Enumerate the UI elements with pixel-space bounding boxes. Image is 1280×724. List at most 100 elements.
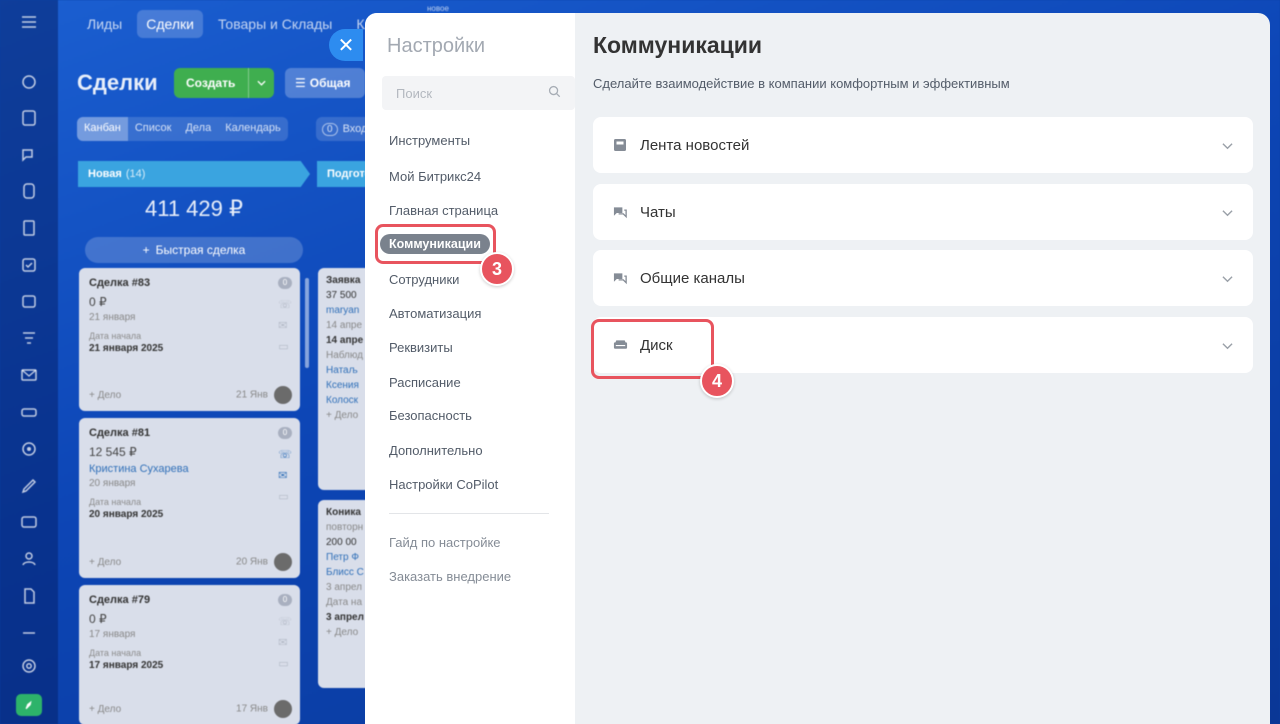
tab-kanban[interactable]: Канбан xyxy=(77,117,128,141)
deal-footer: + Дело 21 Янв xyxy=(89,386,292,404)
menu-item-setup-guide[interactable]: Гайд по настройке xyxy=(389,535,501,550)
avatar[interactable] xyxy=(274,553,292,571)
sign-icon[interactable] xyxy=(19,476,39,496)
comment-icon[interactable]: ▭ xyxy=(278,340,292,353)
deal-sum: 12 545 ₽ xyxy=(89,445,137,459)
deal-start-date: 17 января 2025 xyxy=(89,660,164,671)
settings-gear-icon[interactable] xyxy=(19,656,39,676)
mail-icon[interactable] xyxy=(19,365,39,385)
filter-icon[interactable] xyxy=(19,328,39,348)
goals-icon[interactable] xyxy=(19,439,39,459)
checkbox-icon[interactable] xyxy=(19,255,39,275)
menu-item-schedule[interactable]: Расписание xyxy=(389,375,461,390)
apps-icon[interactable] xyxy=(19,620,39,640)
quick-deal-button[interactable]: + Быстрая сделка xyxy=(85,237,303,263)
search-input[interactable] xyxy=(396,85,536,101)
column-sum: 411 429 ₽ xyxy=(144,196,243,221)
section-label: Чаты xyxy=(640,203,676,221)
section-chats[interactable]: Чаты xyxy=(593,184,1253,240)
nav-deals[interactable]: Сделки xyxy=(137,10,203,38)
rocket-icon[interactable] xyxy=(16,694,42,716)
chevron-down-icon[interactable] xyxy=(1222,204,1233,222)
deal-card[interactable]: Сделка #81 0 ☏ ✉ ▭ 12 545 ₽ Кристина Сухар… xyxy=(79,418,300,578)
comment-icon[interactable]: ▭ xyxy=(278,657,292,670)
menu-item-automation[interactable]: Автоматизация xyxy=(389,306,481,321)
sidebar-divider xyxy=(389,513,549,514)
menu-item-copilot[interactable]: Настройки CoPilot xyxy=(389,477,498,492)
mail-icon[interactable]: ✉ xyxy=(278,319,292,332)
deal-start-date: 21 января 2025 xyxy=(89,343,164,354)
chevron-down-icon[interactable] xyxy=(248,68,274,98)
phone-icon[interactable]: ☏ xyxy=(278,615,292,628)
add-activity-link[interactable]: + Дело xyxy=(89,557,121,568)
card-line: Колоск xyxy=(326,395,359,406)
deal-title[interactable]: Сделка #79 xyxy=(89,594,290,606)
comment-icon[interactable]: ▭ xyxy=(278,490,292,503)
drive-icon[interactable] xyxy=(19,402,39,422)
avatar[interactable] xyxy=(274,700,292,718)
search-icon[interactable] xyxy=(548,85,561,101)
phone-icon[interactable]: ☏ xyxy=(278,448,292,461)
chevron-down-icon[interactable] xyxy=(1222,337,1233,355)
card-line: 14 апре xyxy=(326,335,364,346)
deal-side-icons: ☏ ✉ ▭ xyxy=(278,615,292,670)
mail-icon[interactable]: ✉ xyxy=(278,636,292,649)
file-icon[interactable] xyxy=(19,586,39,606)
menu-item-additional[interactable]: Дополнительно xyxy=(389,443,483,458)
incoming-count: 0 xyxy=(322,122,338,136)
chat-icon[interactable] xyxy=(19,145,39,165)
menu-item-my-bitrix24[interactable]: Мой Битрикс24 xyxy=(389,169,481,184)
stage-new-header[interactable]: Новая (14) xyxy=(78,161,310,187)
create-deal-button[interactable]: Создать xyxy=(174,68,274,98)
menu-item-order-implementation[interactable]: Заказать внедрение xyxy=(389,569,511,584)
deal-title[interactable]: Сделка #83 xyxy=(89,277,290,289)
nav-products[interactable]: Товары и Склады xyxy=(209,10,341,38)
settings-search[interactable] xyxy=(382,76,575,110)
chevron-down-icon[interactable] xyxy=(1222,270,1233,288)
tab-list[interactable]: Список xyxy=(128,117,179,141)
add-activity-link[interactable]: + Дело xyxy=(89,390,121,401)
highlight-communications xyxy=(375,224,496,264)
close-slider-button[interactable]: ✕ xyxy=(329,29,363,61)
deal-card[interactable]: Коника повторн 200 00 Петр Ф Блисс С 3 а… xyxy=(318,500,368,688)
phone-icon[interactable]: ☏ xyxy=(278,298,292,311)
deal-foot-date: 17 Янв xyxy=(236,703,268,715)
settings-sidebar: Настройки Инструменты Мой Битрикс24 Глав… xyxy=(365,13,575,724)
menu-item-requisites[interactable]: Реквизиты xyxy=(389,340,453,355)
deal-card[interactable]: Заявка 37 500 maryan 14 апре 14 апре Наб… xyxy=(318,268,368,490)
settings-slider: Настройки Инструменты Мой Битрикс24 Глав… xyxy=(365,13,1270,724)
section-news-feed[interactable]: Лента новостей xyxy=(593,117,1253,173)
chats-icon xyxy=(613,205,628,219)
puzzle-icon[interactable] xyxy=(19,72,39,92)
deal-card[interactable]: Сделка #83 0 ☏ ✉ ▭ 0 ₽ 21 января Дата нача… xyxy=(79,268,300,411)
menu-icon[interactable] xyxy=(19,12,39,32)
deal-date: 17 января xyxy=(89,629,136,640)
menu-item-tools[interactable]: Инструменты xyxy=(389,133,470,148)
calendar-icon[interactable] xyxy=(19,291,39,311)
section-channels[interactable]: Общие каналы xyxy=(593,250,1253,306)
column-scrollbar[interactable] xyxy=(305,278,309,368)
mail-icon[interactable]: ✉ xyxy=(278,469,292,482)
people-icon[interactable] xyxy=(19,549,39,569)
card-line: + Дело xyxy=(326,410,359,421)
menu-item-security[interactable]: Безопасность xyxy=(389,408,472,423)
avatar[interactable] xyxy=(274,386,292,404)
nav-leads[interactable]: Лиды xyxy=(78,10,131,38)
pipeline-filter-button[interactable]: ☰ Общая xyxy=(285,68,365,98)
tab-calendar[interactable]: Календарь xyxy=(218,117,288,141)
menu-item-employees[interactable]: Сотрудники xyxy=(389,272,459,287)
menu-item-main-page[interactable]: Главная страница xyxy=(389,203,498,218)
add-activity-link[interactable]: + Дело xyxy=(89,704,121,715)
create-label: Создать xyxy=(186,76,236,90)
tasks-icon[interactable] xyxy=(19,108,39,128)
deal-client[interactable]: Кристина Сухарева xyxy=(89,463,290,475)
tab-activities[interactable]: Дела xyxy=(178,117,218,141)
card-line: 3 апрел xyxy=(326,582,362,593)
contact-card-icon[interactable] xyxy=(19,512,39,532)
crm-icon[interactable] xyxy=(19,181,39,201)
chevron-down-icon[interactable] xyxy=(1222,137,1233,155)
deal-title[interactable]: Сделка #81 xyxy=(89,427,290,439)
quick-deal-label: Быстрая сделка xyxy=(155,243,246,257)
doc-icon[interactable] xyxy=(19,218,39,238)
deal-card[interactable]: Сделка #79 0 ☏ ✉ ▭ 0 ₽ 17 января Дата нача… xyxy=(79,585,300,724)
